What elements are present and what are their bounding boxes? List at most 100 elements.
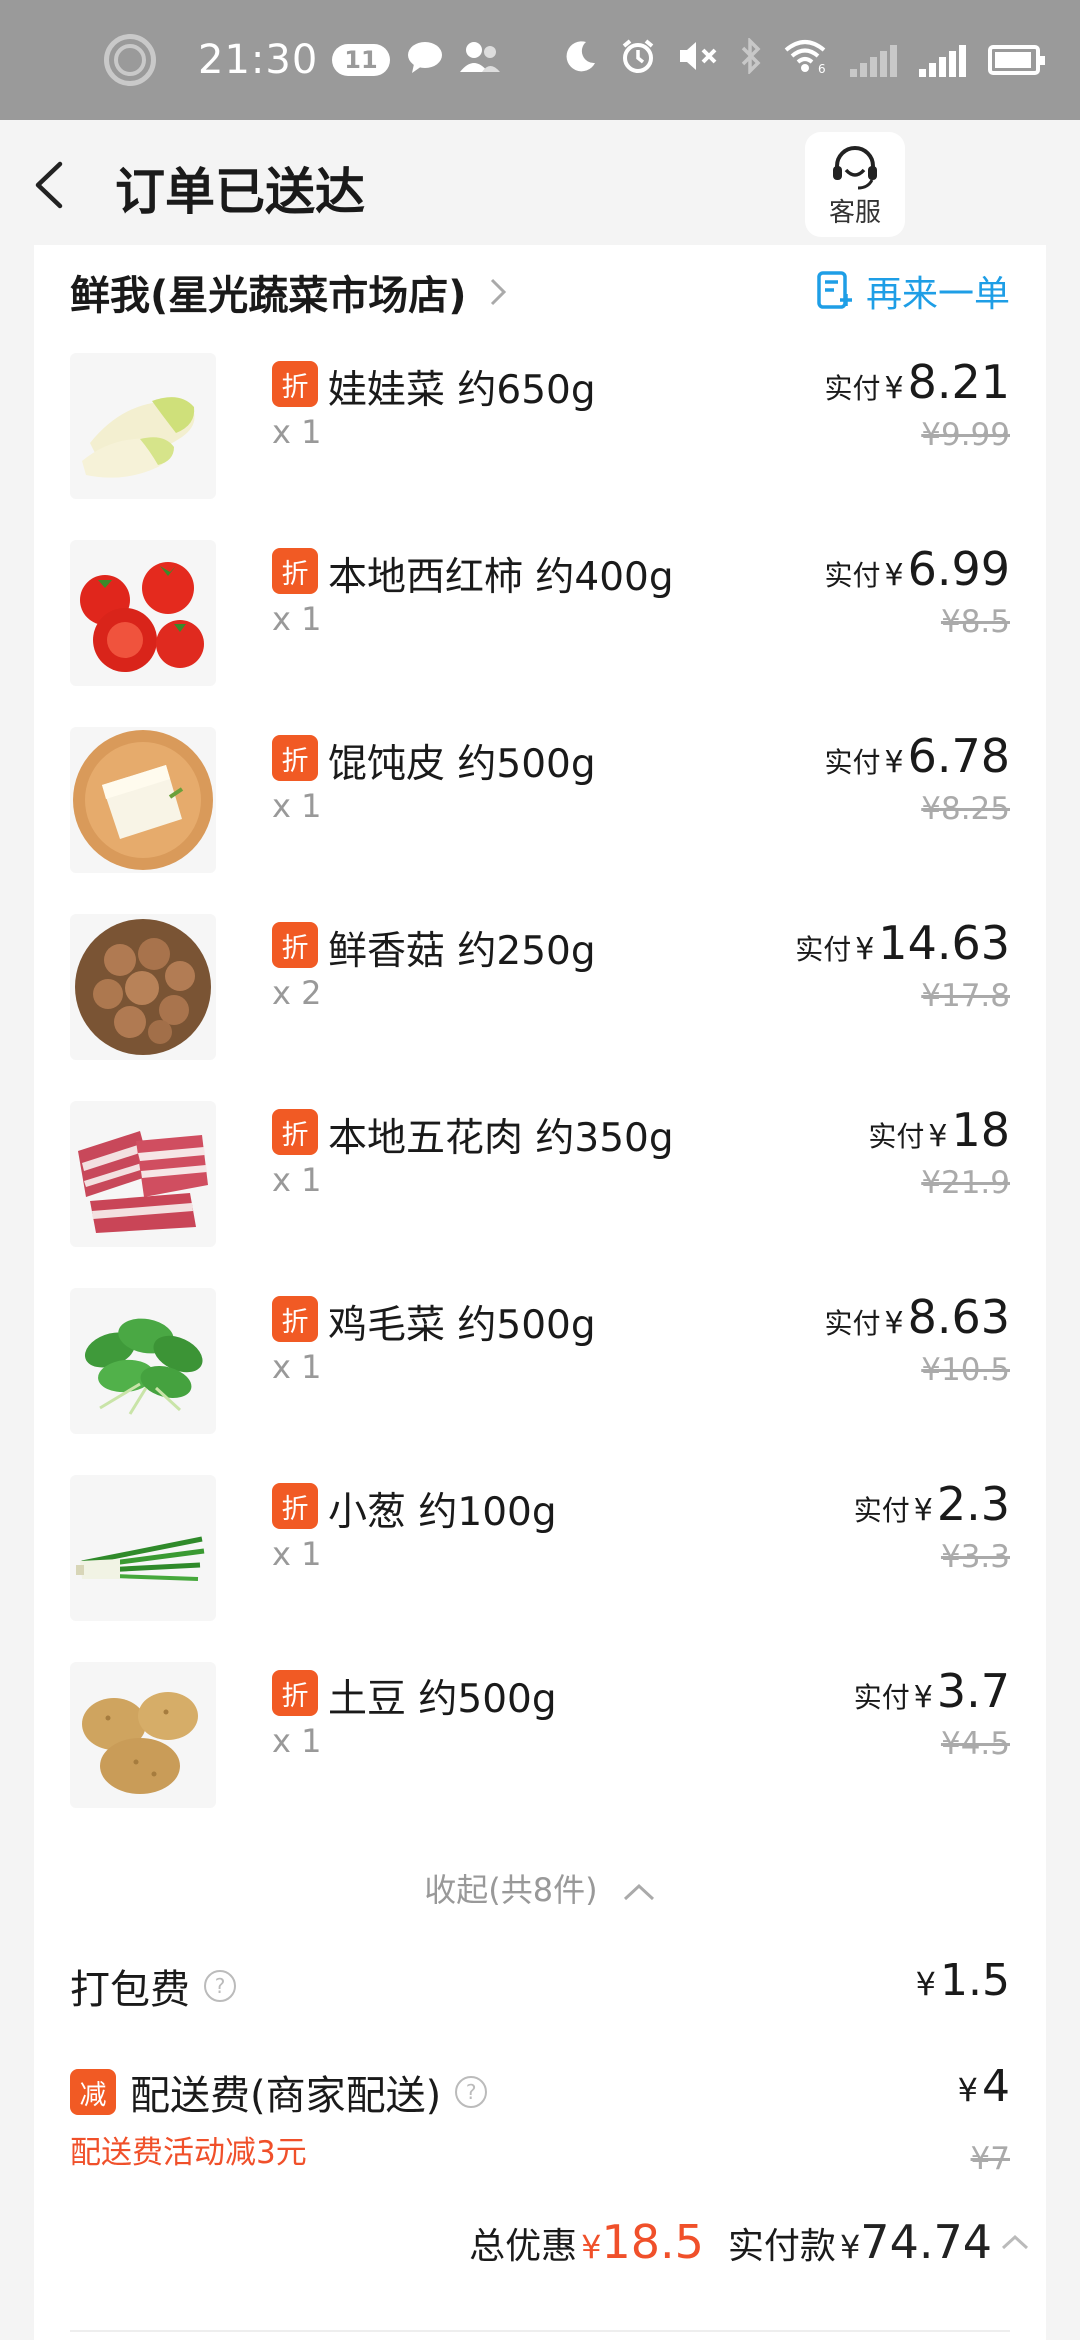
discount-tag: 折 (272, 1109, 318, 1155)
svg-text:6: 6 (818, 62, 826, 74)
packing-fee-row: 打包费 ? ¥1.5 (70, 1955, 1010, 2015)
item-original-price: ¥21.9 (921, 1165, 1010, 1201)
contacts-icon (459, 40, 500, 80)
reorder-icon (817, 271, 852, 309)
customer-service-label: 客服 (828, 198, 881, 228)
order-card: 鲜我(星光蔬菜市场店) 再来一单 折 娃娃菜 约650g x 1 实付 ¥8.21… (34, 245, 1046, 2340)
item-paid-price: 实付 ¥6.99 (824, 542, 1010, 596)
item-name: 本地五花肉 约350g (328, 1116, 674, 1161)
item-quantity: x 1 (272, 600, 322, 638)
delivery-fee-row: 减 配送费(商家配送) ? 配送费活动减3元 ¥4 ¥7 (70, 2061, 1010, 2177)
status-dot-icon (104, 34, 156, 86)
order-item[interactable]: 折 本地西红柿 约400g x 1 实付 ¥6.99 ¥8.5 (70, 540, 1010, 690)
packing-fee-value: ¥1.5 (915, 1955, 1010, 2006)
product-image (70, 727, 216, 873)
item-name: 小葱 约100g (328, 1490, 557, 1535)
chevron-up-icon (623, 1883, 654, 1901)
mute-icon (678, 39, 718, 82)
store-link[interactable]: 鲜我(星光蔬菜市场店) (70, 263, 507, 321)
delivery-promo-text: 配送费活动减3元 (70, 2135, 307, 2171)
help-icon[interactable]: ? (204, 1970, 236, 2002)
item-quantity: x 1 (272, 1161, 322, 1199)
item-paid-price: 实付 ¥18 (868, 1103, 1010, 1157)
order-item[interactable]: 折 土豆 约500g x 1 实付 ¥3.7 ¥4.5 (70, 1662, 1010, 1812)
product-image (70, 540, 216, 686)
item-quantity: x 1 (272, 1722, 322, 1760)
order-item[interactable]: 折 娃娃菜 约650g x 1 实付 ¥8.21 ¥9.99 (70, 353, 1010, 503)
item-original-price: ¥3.3 (940, 1539, 1010, 1575)
item-name: 土豆 约500g (328, 1677, 557, 1722)
divider (70, 2330, 1010, 2332)
discount-tag: 折 (272, 548, 318, 594)
moon-icon (564, 39, 598, 82)
item-name: 本地西红柿 约400g (328, 555, 674, 600)
item-original-price: ¥8.25 (921, 791, 1010, 827)
discount-tag: 折 (272, 1483, 318, 1529)
total-discount-label: 总优惠 (469, 2226, 578, 2267)
item-quantity: x 1 (272, 1348, 322, 1386)
order-totals[interactable]: 总优惠 ¥ 18.5 实付款 ¥ 74.74 (469, 2215, 1030, 2269)
status-bar: 21:30 11 6 (0, 0, 1080, 120)
battery-icon (988, 45, 1045, 75)
product-image (70, 1475, 216, 1621)
item-paid-price: 实付 ¥3.7 (853, 1664, 1010, 1718)
reduction-tag: 减 (70, 2069, 116, 2115)
product-image (70, 1662, 216, 1808)
item-original-price: ¥9.99 (921, 417, 1010, 453)
reorder-label: 再来一单 (865, 274, 1010, 315)
product-image (70, 1101, 216, 1247)
item-name: 鲜香菇 约250g (328, 929, 596, 974)
store-name: 鲜我(星光蔬菜市场店) (70, 273, 467, 319)
item-original-price: ¥10.5 (921, 1352, 1010, 1388)
product-image (70, 1288, 216, 1434)
item-original-price: ¥4.5 (940, 1726, 1010, 1762)
order-item[interactable]: 折 本地五花肉 约350g x 1 实付 ¥18 ¥21.9 (70, 1101, 1010, 1251)
product-image (70, 914, 216, 1060)
order-item[interactable]: 折 小葱 约100g x 1 实付 ¥2.3 ¥3.3 (70, 1475, 1010, 1625)
packing-fee-label: 打包费 (70, 1967, 190, 2013)
signal-sim2-icon (919, 43, 966, 77)
item-quantity: x 1 (272, 787, 322, 825)
item-paid-price: 实付 ¥8.21 (824, 355, 1010, 409)
order-item[interactable]: 折 馄饨皮 约500g x 1 实付 ¥6.78 ¥8.25 (70, 727, 1010, 877)
item-paid-price: 实付 ¥14.63 (795, 916, 1010, 970)
customer-service-button[interactable]: 客服 (805, 132, 905, 237)
page-header: 订单已送达 客服 (0, 120, 1080, 245)
discount-tag: 折 (272, 922, 318, 968)
product-image (70, 353, 216, 499)
item-quantity: x 2 (272, 974, 322, 1012)
back-button[interactable] (30, 160, 70, 210)
chat-bubble-icon (406, 40, 444, 80)
delivery-fee-label: 配送费(商家配送) (130, 2073, 442, 2119)
order-item[interactable]: 折 鲜香菇 约250g x 2 实付 ¥14.63 ¥17.8 (70, 914, 1010, 1064)
status-time: 21:30 (198, 37, 319, 83)
chevron-right-icon (490, 278, 506, 306)
amount-paid-label: 实付款 (727, 2226, 836, 2267)
item-original-price: ¥17.8 (921, 978, 1010, 1014)
discount-tag: 折 (272, 1670, 318, 1716)
discount-tag: 折 (272, 361, 318, 407)
headset-icon (833, 146, 877, 190)
discount-tag: 折 (272, 735, 318, 781)
page-title: 订单已送达 (115, 163, 365, 221)
alarm-icon (620, 38, 656, 83)
amount-paid-currency: ¥ (839, 2228, 861, 2266)
bluetooth-icon (740, 36, 762, 83)
item-name: 娃娃菜 约650g (328, 368, 596, 413)
wifi-icon: 6 (784, 38, 828, 83)
help-icon[interactable]: ? (455, 2076, 488, 2108)
amount-paid-value: 74.74 (860, 2215, 992, 2269)
notification-count-badge: 11 (332, 44, 390, 76)
item-paid-price: 实付 ¥8.63 (824, 1290, 1010, 1344)
item-name: 馄饨皮 约500g (328, 742, 596, 787)
discount-tag: 折 (272, 1296, 318, 1342)
item-quantity: x 1 (272, 1535, 322, 1573)
item-original-price: ¥8.5 (940, 604, 1010, 640)
item-paid-price: 实付 ¥2.3 (853, 1477, 1010, 1531)
collapse-items-toggle[interactable]: 收起(共8件) (34, 1865, 1046, 1911)
item-quantity: x 1 (272, 413, 322, 451)
delivery-fee-value: ¥4 (957, 2061, 1010, 2112)
order-item[interactable]: 折 鸡毛菜 约500g x 1 实付 ¥8.63 ¥10.5 (70, 1288, 1010, 1438)
reorder-button[interactable]: 再来一单 (816, 265, 1010, 317)
chevron-up-icon (1001, 2234, 1029, 2250)
